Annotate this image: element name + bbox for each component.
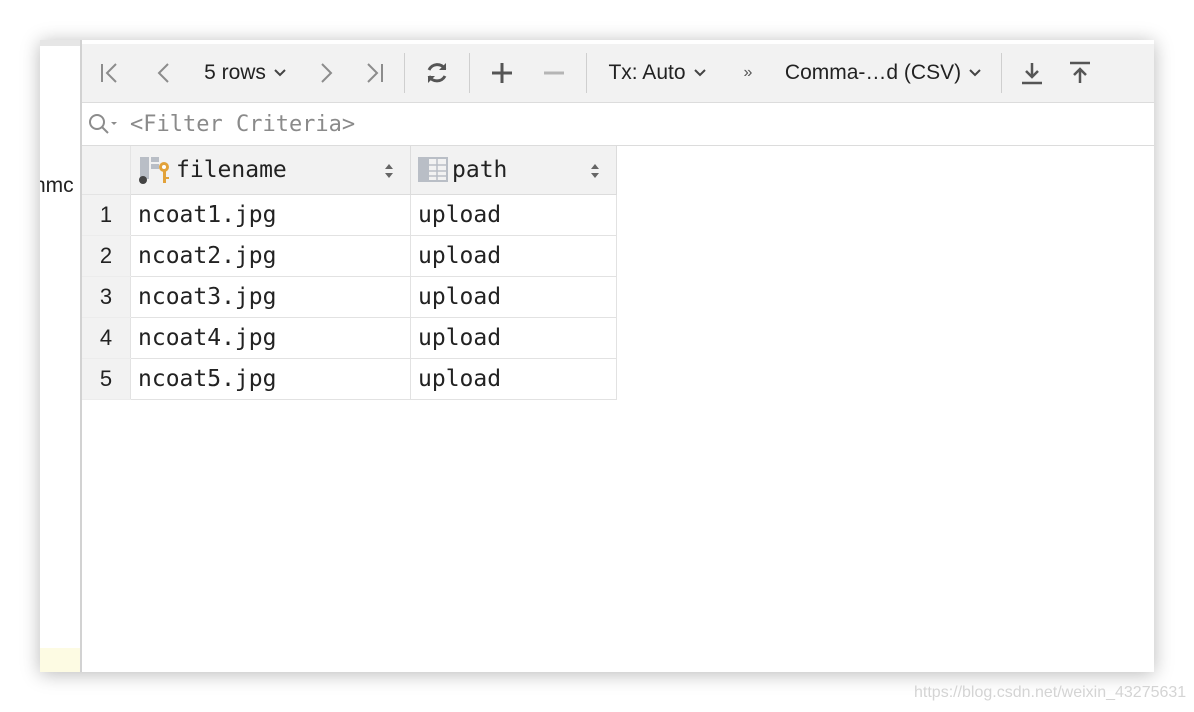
first-page-button[interactable] [82,44,138,102]
rows-count-dropdown[interactable]: 5 rows [190,44,302,102]
column-header-label: path [452,157,508,183]
primary-key-column-icon [139,157,169,184]
export-format-dropdown[interactable]: Comma-…d (CSV) [773,44,995,102]
row-number[interactable]: 4 [82,317,131,359]
chevron-down-icon [967,65,983,81]
row-number-header [82,146,131,195]
column-header-label: filename [176,157,287,183]
partial-editor-text: nmc [40,174,74,197]
next-page-icon [321,63,333,83]
search-icon [89,114,117,134]
filter-history-button[interactable] [82,111,130,137]
path-cell[interactable]: upload [410,276,617,318]
filename-cell[interactable]: ncoat2.jpg [130,235,411,277]
toolbar-separator [586,53,587,93]
toolbar-separator [404,53,405,93]
path-cell[interactable]: upload [410,358,617,400]
row-number[interactable]: 5 [82,358,131,400]
filename-cell[interactable]: ncoat1.jpg [130,194,411,236]
table-row[interactable]: 5 ncoat5.jpg upload [82,358,617,400]
import-icon [1070,61,1090,83]
rows-count-label: 5 rows [204,61,266,84]
row-number[interactable]: 2 [82,235,131,277]
toolbar-separator [1001,53,1002,93]
sort-icon[interactable] [590,162,600,180]
path-cell[interactable]: upload [410,194,617,236]
refresh-button[interactable] [411,44,463,102]
last-page-icon [367,63,383,83]
chevron-down-icon [692,65,708,81]
table-row[interactable]: 2 ncoat2.jpg upload [82,235,617,277]
path-cell[interactable]: upload [410,317,617,359]
table-row[interactable]: 1 ncoat1.jpg upload [82,194,617,236]
column-header-filename[interactable]: filename [130,146,411,195]
highlight-strip [40,648,80,672]
last-page-button[interactable] [350,44,398,102]
export-data-button[interactable] [1008,44,1056,102]
add-row-icon [492,63,512,83]
filter-bar: <Filter Criteria> [82,103,1154,146]
next-page-button[interactable] [302,44,350,102]
transaction-mode-dropdown[interactable]: Tx: Auto [593,44,723,102]
sort-icon[interactable] [384,162,394,180]
export-icon [1022,63,1042,85]
result-toolbar: 5 rows Tx: Auto » Comma-…d (CSV) [82,44,1154,103]
add-row-button[interactable] [476,44,528,102]
column-header-path[interactable]: path [410,146,617,195]
row-number[interactable]: 3 [82,276,131,318]
toolbar-separator [469,53,470,93]
row-number[interactable]: 1 [82,194,131,236]
path-cell[interactable]: upload [410,235,617,277]
column-icon [418,157,448,182]
refresh-icon [427,63,447,83]
remove-row-button[interactable] [528,44,580,102]
chevron-down-icon [272,65,288,81]
database-console-window: nmc 5 rows [40,40,1154,672]
previous-page-button[interactable] [138,44,190,102]
previous-page-icon [157,63,169,83]
import-data-button[interactable] [1056,44,1104,102]
remove-row-icon [544,71,564,75]
filename-cell[interactable]: ncoat3.jpg [130,276,411,318]
filter-criteria-input[interactable]: <Filter Criteria> [130,112,355,137]
filename-cell[interactable]: ncoat5.jpg [130,358,411,400]
watermark: https://blog.csdn.net/weixin_43275631 [914,684,1187,701]
more-actions-button[interactable]: » [723,44,773,102]
first-page-icon [101,63,117,83]
filename-cell[interactable]: ncoat4.jpg [130,317,411,359]
double-chevron-icon: » [743,64,753,81]
result-grid: filename path 1 ncoat1.jpg upload 2 ncoa… [82,146,617,400]
gutter-top-bar [40,40,80,46]
transaction-mode-label: Tx: Auto [608,61,686,84]
table-row[interactable]: 3 ncoat3.jpg upload [82,276,617,318]
table-row[interactable]: 4 ncoat4.jpg upload [82,317,617,359]
result-panel: 5 rows Tx: Auto » Comma-…d (CSV) <Filter… [82,40,1154,672]
editor-gutter: nmc [40,40,82,672]
export-format-label: Comma-…d (CSV) [784,61,962,84]
